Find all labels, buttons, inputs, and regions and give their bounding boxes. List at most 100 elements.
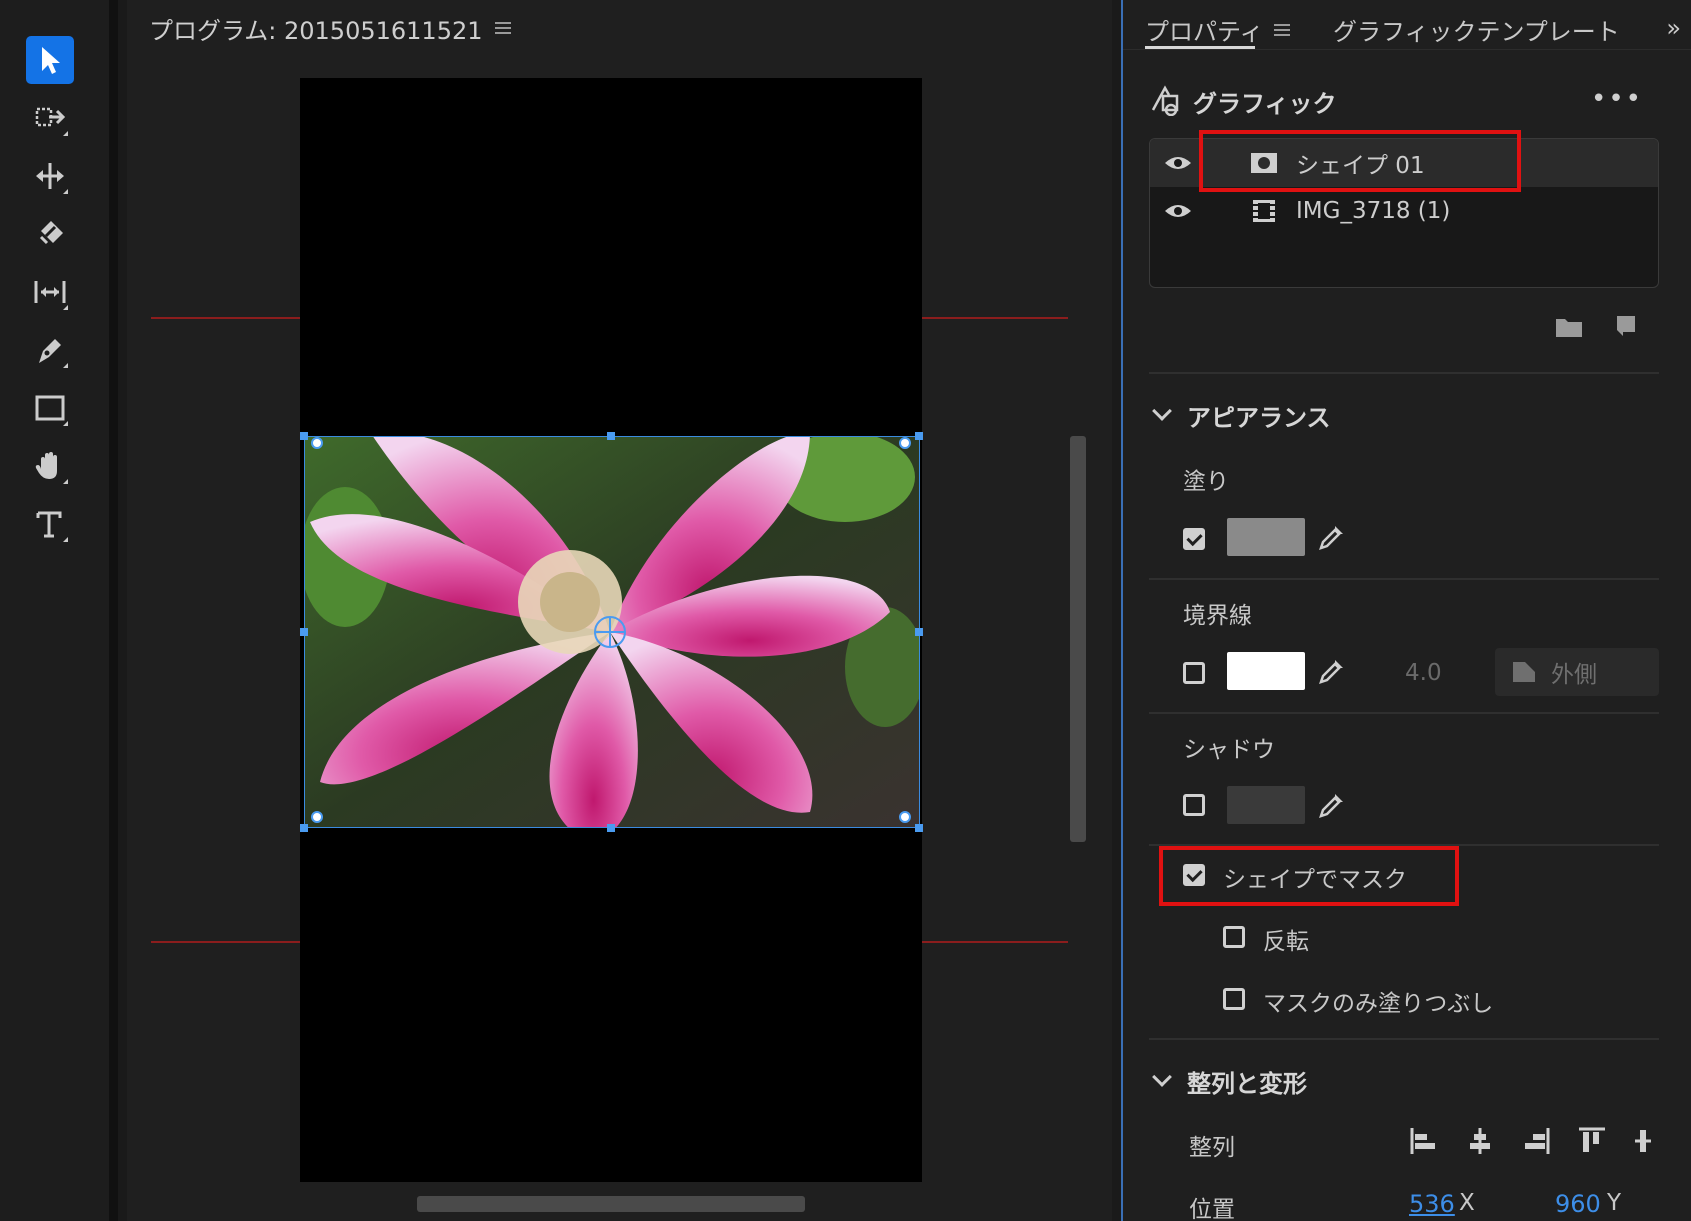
eye-icon[interactable] [1164, 155, 1192, 171]
flower-image [305, 437, 919, 827]
more-options-icon[interactable]: ••• [1591, 84, 1643, 114]
new-group-folder-icon[interactable] [1555, 316, 1583, 338]
monitor-title: プログラム: 201505161152​1 [149, 16, 483, 45]
shadow-color-swatch[interactable] [1227, 786, 1305, 824]
shadow-checkbox[interactable] [1183, 794, 1205, 816]
fill-label: 塗り [1183, 469, 1229, 495]
position-y-axis-label: Y [1607, 1190, 1622, 1216]
layer-row-clip[interactable]: IMG_3718 (1) [1150, 187, 1658, 235]
fill-color-swatch[interactable] [1227, 518, 1305, 556]
guide-line [922, 317, 1068, 319]
eyedropper-icon[interactable] [1317, 522, 1347, 552]
panel-tabs: プロパティ グラフィックテンプレート » [1123, 0, 1691, 50]
slip-tool[interactable] [26, 268, 74, 316]
align-left-icon[interactable] [1409, 1126, 1439, 1156]
type-icon [36, 511, 62, 538]
rectangle-icon [35, 395, 65, 421]
divider [1149, 578, 1659, 580]
resize-handle[interactable] [300, 432, 308, 440]
fill-checkbox[interactable] [1183, 528, 1205, 550]
position-y-value[interactable]: 960 [1555, 1190, 1601, 1218]
new-layer-icon[interactable] [1613, 314, 1637, 338]
tab-properties[interactable]: プロパティ [1145, 12, 1290, 47]
hand-icon [35, 452, 57, 479]
guide-line [151, 317, 300, 319]
eye-icon[interactable] [1164, 203, 1192, 219]
align-top-icon[interactable] [1577, 1126, 1607, 1156]
divider [1149, 712, 1659, 714]
chevron-down-icon[interactable] [1152, 401, 1172, 421]
ripple-icon [36, 163, 64, 189]
align-right-icon[interactable] [1521, 1126, 1551, 1156]
tab-properties-label: プロパティ [1145, 18, 1264, 46]
type-tool[interactable] [26, 500, 74, 548]
mask-fill-only-label: マスクのみ塗りつぶし [1263, 991, 1494, 1017]
ripple-edit-tool[interactable] [26, 152, 74, 200]
arrow-icon [42, 47, 60, 74]
hand-tool[interactable] [26, 442, 74, 490]
overflow-chevron-icon[interactable]: » [1666, 14, 1681, 42]
rotate-handle[interactable] [899, 437, 911, 449]
guide-line [922, 941, 1068, 943]
monitor-header: プログラム: 201505161152​1 [149, 10, 511, 46]
eyedropper-icon[interactable] [1317, 656, 1347, 686]
stroke-width-value[interactable]: 4.0 [1405, 660, 1442, 686]
horizontal-scrollbar[interactable] [417, 1196, 805, 1212]
masked-flower-image[interactable] [304, 436, 920, 828]
position-x-value[interactable]: 536 [1409, 1190, 1455, 1218]
stroke-position-select[interactable]: 外側 [1495, 648, 1659, 696]
rectangle-tool[interactable] [26, 384, 74, 432]
active-tab-indicator [1145, 46, 1255, 49]
eyedropper-icon[interactable] [1317, 790, 1347, 820]
tab-graphic-templates[interactable]: グラフィックテンプレート [1333, 12, 1620, 47]
vertical-scrollbar[interactable] [1070, 436, 1086, 842]
resize-handle[interactable] [300, 628, 308, 636]
divider [1149, 372, 1659, 374]
graphic-icon [1151, 85, 1179, 116]
program-monitor: プログラム: 201505161152​1 [127, 0, 1112, 1221]
rotate-handle[interactable] [311, 437, 323, 449]
rotate-handle[interactable] [311, 811, 323, 823]
stroke-checkbox[interactable] [1183, 662, 1205, 684]
position-x-axis-label: X [1459, 1190, 1475, 1216]
resize-handle[interactable] [915, 628, 923, 636]
resize-handle[interactable] [915, 824, 923, 832]
razor-tool[interactable] [26, 210, 74, 258]
stroke-outside-icon [1513, 662, 1535, 682]
highlight-annotation [1159, 846, 1459, 906]
chevron-down-icon[interactable] [1152, 1067, 1172, 1087]
mask-fill-only-checkbox[interactable] [1223, 988, 1245, 1010]
align-label: 整列 [1189, 1135, 1235, 1161]
pen-tool[interactable] [26, 326, 74, 374]
divider [1149, 1038, 1659, 1040]
align-transform-title: 整列と変形 [1187, 1070, 1307, 1098]
invert-label: 反転 [1263, 929, 1309, 955]
premiere-window: プログラム: 201505161152​1 [0, 0, 1691, 1221]
resize-handle[interactable] [915, 432, 923, 440]
stroke-color-swatch[interactable] [1227, 652, 1305, 690]
slip-icon [34, 281, 66, 303]
resize-handle[interactable] [607, 432, 615, 440]
film-clip-icon [1253, 200, 1275, 222]
panel-menu-icon[interactable] [1273, 23, 1290, 37]
resize-handle[interactable] [607, 824, 615, 832]
tab-graphic-templates-label: グラフィックテンプレート [1333, 18, 1620, 46]
graphic-title: グラフィック [1193, 90, 1337, 118]
appearance-title: アピアランス [1187, 404, 1331, 432]
stroke-label: 境界線 [1183, 603, 1252, 629]
track-select-tool[interactable] [26, 94, 74, 142]
properties-panel: プロパティ グラフィックテンプレート » グラフィック ••• シェイプ 01 [1121, 0, 1691, 1221]
pen-icon [39, 339, 61, 363]
stroke-position-label: 外側 [1551, 662, 1597, 688]
resize-handle[interactable] [300, 824, 308, 832]
position-label: 位置 [1189, 1197, 1235, 1221]
guide-line [151, 941, 300, 943]
align-horizontal-center-icon[interactable] [1465, 1126, 1495, 1156]
track-select-icon [35, 107, 66, 127]
panel-menu-icon[interactable] [494, 21, 511, 35]
rotate-handle[interactable] [899, 811, 911, 823]
align-vertical-center-icon[interactable] [1633, 1126, 1653, 1156]
invert-checkbox[interactable] [1223, 926, 1245, 948]
selection-tool[interactable] [26, 36, 74, 84]
tools-panel [0, 0, 118, 1221]
